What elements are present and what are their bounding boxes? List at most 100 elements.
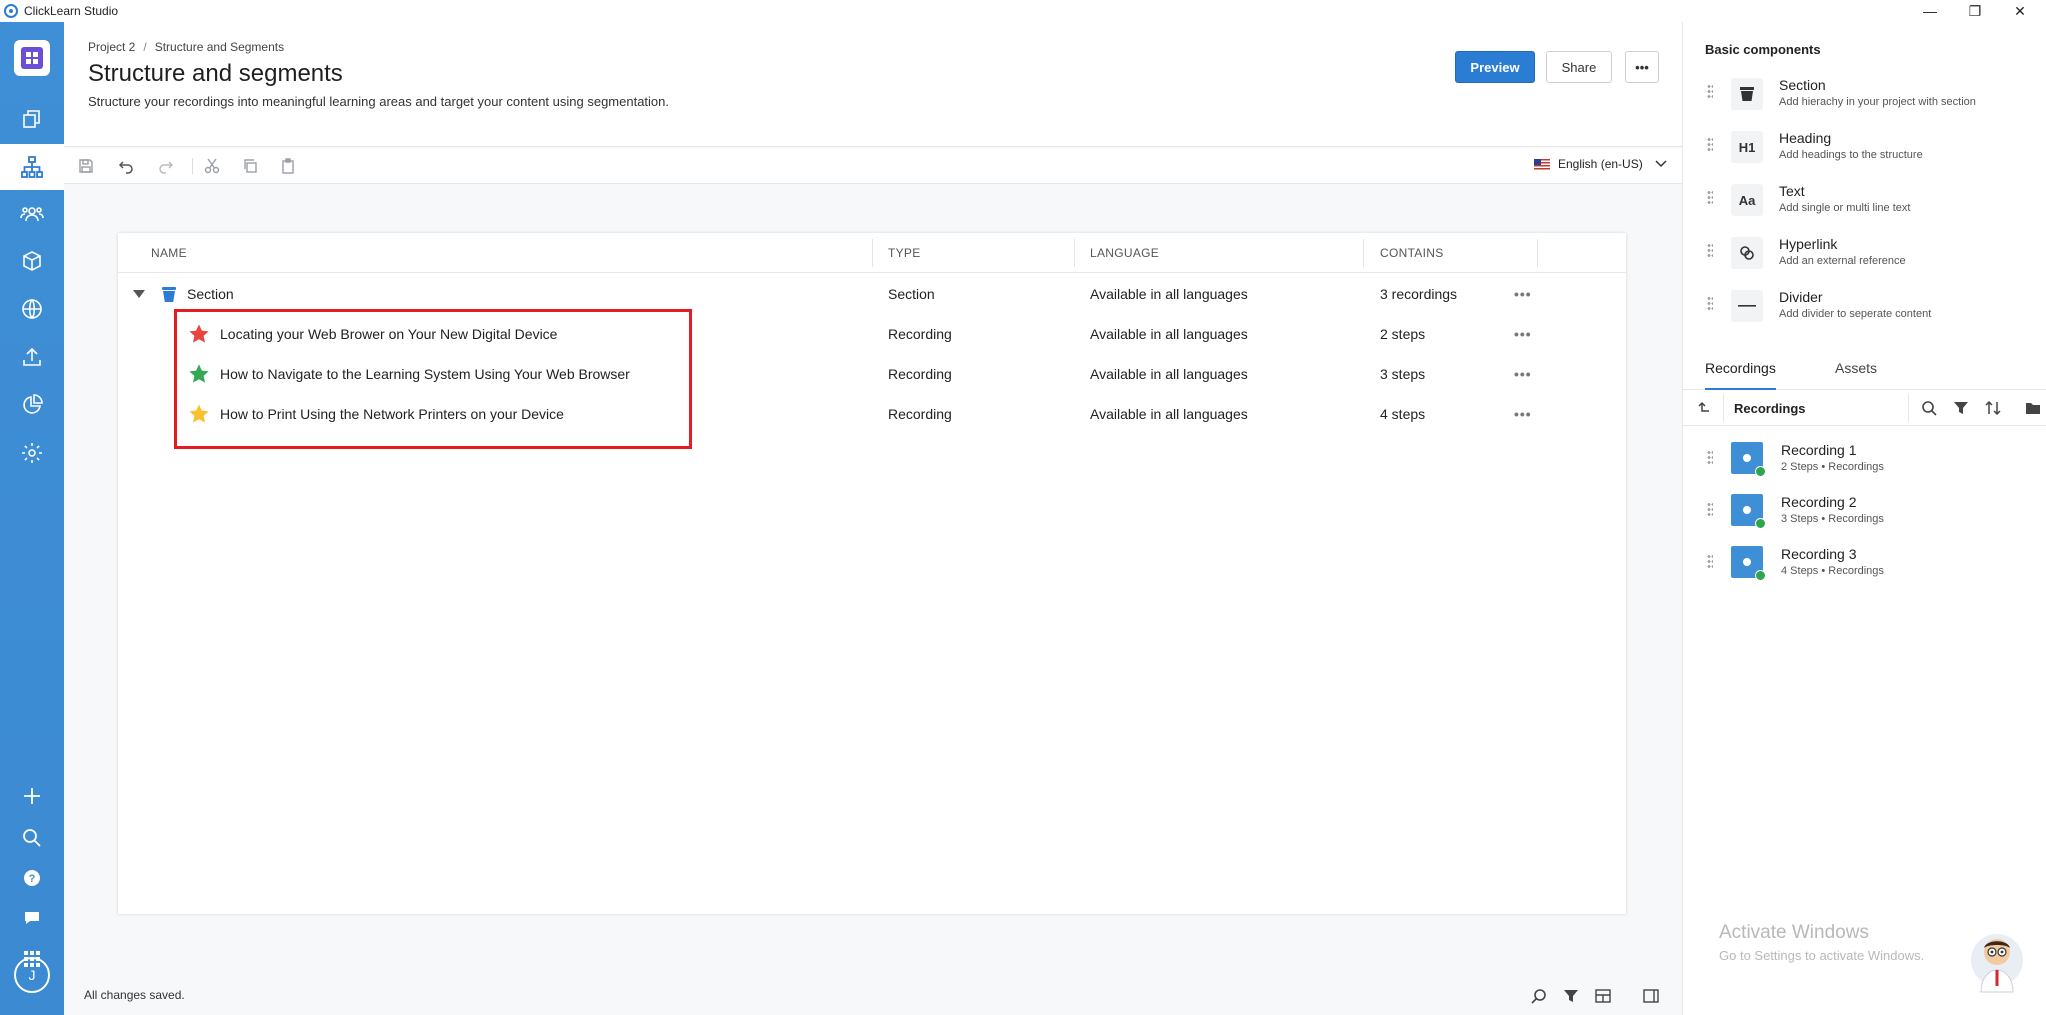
drag-handle-icon[interactable] xyxy=(1707,84,1713,100)
panel-tabs: Recordings Assets xyxy=(1683,354,2046,390)
redo-icon[interactable] xyxy=(156,156,176,176)
drag-handle-icon[interactable] xyxy=(1707,243,1713,259)
divider-icon xyxy=(1731,290,1763,322)
check-icon xyxy=(1755,570,1766,581)
section-more-icon[interactable]: ••• xyxy=(1514,286,1532,302)
sort-icon[interactable] xyxy=(1983,398,2003,418)
preview-button[interactable]: Preview xyxy=(1455,51,1535,83)
breadcrumb-project[interactable]: Project 2 xyxy=(88,40,135,54)
tab-assets[interactable]: Assets xyxy=(1835,360,1877,390)
drag-handle-icon[interactable] xyxy=(1707,554,1713,570)
filter-recordings-icon[interactable] xyxy=(1951,398,1971,418)
column-language[interactable]: LANGUAGE xyxy=(1090,233,1159,273)
recording-language: Available in all languages xyxy=(1090,366,1248,382)
nav-users-icon[interactable] xyxy=(0,191,64,237)
column-type[interactable]: TYPE xyxy=(888,233,921,273)
components-panel: Basic components Section Add hierachy in… xyxy=(1682,22,2046,1015)
window-title: ClickLearn Studio xyxy=(24,4,119,18)
paste-icon[interactable] xyxy=(278,156,298,176)
nav-structure-icon[interactable] xyxy=(0,144,64,190)
nav-rail: ? J xyxy=(0,22,64,1015)
recording-item[interactable]: Recording 2 3 Steps • Recordings xyxy=(1683,486,2046,538)
nav-settings-icon[interactable] xyxy=(0,430,64,476)
column-contains[interactable]: CONTAINS xyxy=(1380,233,1444,273)
minimize-button[interactable]: — xyxy=(1910,0,1950,22)
tab-recordings[interactable]: Recordings xyxy=(1705,360,1776,390)
recording-language: Available in all languages xyxy=(1090,326,1248,342)
windows-activation-watermark: Activate Windows Go to Settings to activ… xyxy=(1719,922,1925,963)
heading-h1-icon: H1 xyxy=(1731,131,1763,163)
highlight-box xyxy=(174,309,692,449)
page-header: Project 2/Structure and Segments Structu… xyxy=(64,22,1682,147)
navigate-up-icon[interactable] xyxy=(1693,398,1713,418)
row-more-icon[interactable]: ••• xyxy=(1514,406,1532,422)
recording-item[interactable]: Recording 1 2 Steps • Recordings xyxy=(1683,434,2046,486)
main-content: Project 2/Structure and Segments Structu… xyxy=(64,22,1682,1015)
folder-icon[interactable] xyxy=(2023,398,2043,418)
breadcrumb: Project 2/Structure and Segments xyxy=(88,40,285,54)
section-row[interactable]: Section Section Available in all languag… xyxy=(118,274,1626,314)
recording-type: Recording xyxy=(888,366,952,382)
component-hyperlink[interactable]: Hyperlink Add an external reference xyxy=(1683,231,2046,283)
section-name: Section xyxy=(187,286,234,302)
layout-icon[interactable] xyxy=(1594,987,1612,1005)
recording-type: Recording xyxy=(888,326,952,342)
app-home-icon[interactable] xyxy=(14,40,50,76)
page-title: Structure and segments xyxy=(88,60,343,87)
nav-publish-icon[interactable] xyxy=(0,334,64,380)
undo-icon[interactable] xyxy=(116,156,136,176)
component-divider[interactable]: Divider Add divider to seperate content xyxy=(1683,284,2046,336)
expand-caret-icon[interactable] xyxy=(133,274,145,314)
search-icon[interactable] xyxy=(1530,987,1548,1005)
clicklearn-logo-icon xyxy=(4,4,18,18)
user-avatar[interactable]: J xyxy=(14,957,50,993)
nav-add-icon[interactable] xyxy=(0,773,64,819)
component-text[interactable]: Aa Text Add single or multi line text xyxy=(1683,178,2046,230)
nav-analytics-icon[interactable] xyxy=(0,382,64,428)
recording-contains: 4 steps xyxy=(1380,406,1426,422)
row-more-icon[interactable]: ••• xyxy=(1514,366,1532,382)
component-heading[interactable]: H1 Heading Add headings to the structure xyxy=(1683,125,2046,177)
recording-type: Recording xyxy=(888,406,952,422)
nav-recordings-icon[interactable] xyxy=(0,96,64,142)
nav-chat-icon[interactable] xyxy=(0,895,64,941)
language-label: English (en-US) xyxy=(1558,157,1643,171)
check-icon xyxy=(1755,466,1766,477)
column-name[interactable]: NAME xyxy=(151,233,187,273)
filter-icon[interactable] xyxy=(1562,987,1580,1005)
assistant-mascot-icon[interactable] xyxy=(1969,930,2025,996)
row-more-icon[interactable]: ••• xyxy=(1514,326,1532,342)
close-window-button[interactable]: ✕ xyxy=(2000,0,2040,22)
check-icon xyxy=(1755,518,1766,529)
drag-handle-icon[interactable] xyxy=(1707,450,1713,466)
cut-icon[interactable] xyxy=(202,156,222,176)
drag-handle-icon[interactable] xyxy=(1707,502,1713,518)
copy-icon[interactable] xyxy=(240,156,260,176)
nav-globe-icon[interactable] xyxy=(0,286,64,332)
drag-handle-icon[interactable] xyxy=(1707,137,1713,153)
status-bar: All changes saved. xyxy=(64,975,1682,1015)
section-type: Section xyxy=(888,286,935,302)
restore-button[interactable]: ❐ xyxy=(1955,0,1995,22)
section-icon xyxy=(161,286,177,302)
title-bar: ClickLearn Studio — ❐ ✕ xyxy=(0,0,2046,22)
panel-toggle-icon[interactable] xyxy=(1642,987,1660,1005)
share-button[interactable]: Share xyxy=(1546,51,1612,83)
chevron-down-icon xyxy=(1655,160,1667,168)
recording-contains: 3 steps xyxy=(1380,366,1426,382)
section-contains: 3 recordings xyxy=(1380,286,1458,302)
status-message: All changes saved. xyxy=(84,988,185,1002)
nav-package-icon[interactable] xyxy=(0,238,64,284)
drag-handle-icon[interactable] xyxy=(1707,190,1713,206)
component-section[interactable]: Section Add hierachy in your project wit… xyxy=(1683,72,2046,124)
svg-text:?: ? xyxy=(29,873,36,885)
save-icon[interactable] xyxy=(76,156,96,176)
grid-header: NAME TYPE LANGUAGE CONTAINS xyxy=(118,233,1626,273)
drag-handle-icon[interactable] xyxy=(1707,296,1713,312)
recording-item[interactable]: Recording 3 4 Steps • Recordings xyxy=(1683,538,2046,590)
page-subtitle: Structure your recordings into meaningfu… xyxy=(88,94,670,109)
more-options-button[interactable]: ••• xyxy=(1625,51,1659,83)
language-selector[interactable]: English (en-US) xyxy=(1534,157,1667,171)
us-flag-icon xyxy=(1534,158,1550,170)
search-recordings-icon[interactable] xyxy=(1919,398,1939,418)
